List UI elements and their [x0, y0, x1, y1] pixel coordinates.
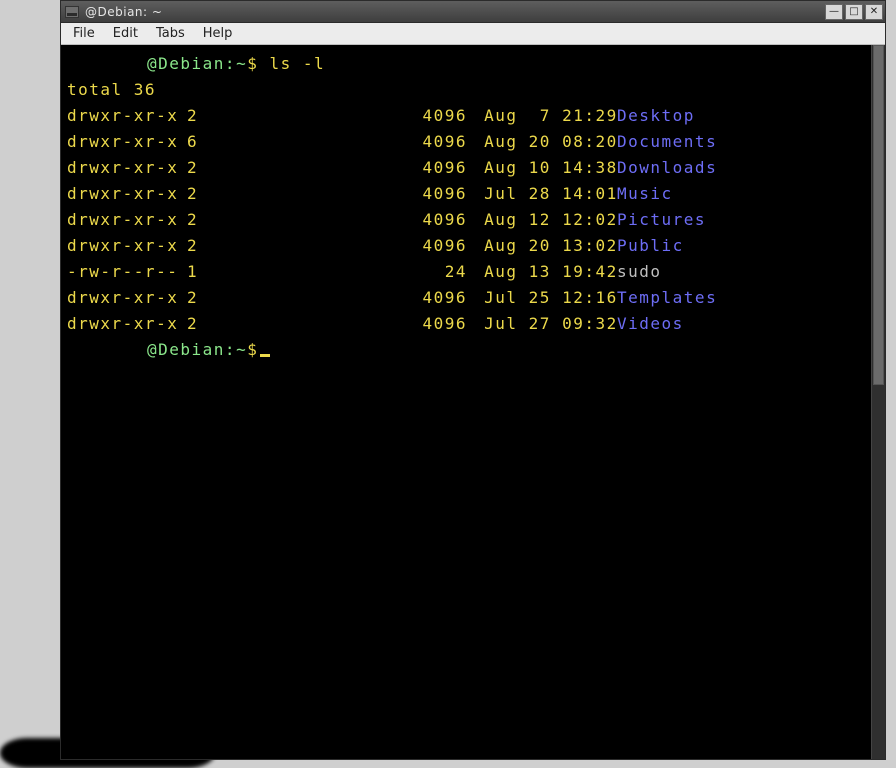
size-text: 4096: [413, 207, 467, 233]
scrollbar[interactable]: [871, 45, 885, 759]
perm-text: drwxr-xr-x: [67, 311, 187, 337]
prompt-path: ~: [236, 54, 247, 73]
dir-name: Templates: [617, 288, 717, 307]
prompt-symbol-2: $: [247, 340, 258, 359]
dir-name: Music: [617, 184, 673, 203]
date-text: Jul 28 14:01: [467, 181, 617, 207]
dir-name: Documents: [617, 132, 717, 151]
date-text: Aug 7 21:29: [467, 103, 617, 129]
links-text: 2: [187, 207, 205, 233]
perm-text: drwxr-xr-x: [67, 103, 187, 129]
links-text: 2: [187, 103, 205, 129]
listing-row: drwxr-xr-x2 4096 Aug 12 12:02 Pictures: [67, 207, 879, 233]
links-text: 1: [187, 259, 205, 285]
titlebar[interactable]: @Debian: ~ — □ ✕: [61, 1, 885, 23]
size-text: 4096: [413, 181, 467, 207]
prompt-path-2: ~: [236, 340, 247, 359]
owner-gap: [205, 259, 413, 285]
listing-row: drwxr-xr-x2 4096 Aug 7 21:29 Desktop: [67, 103, 879, 129]
perm-text: drwxr-xr-x: [67, 155, 187, 181]
terminal-viewport[interactable]: @Debian:~$ ls -l total 36 drwxr-xr-x2 40…: [61, 45, 885, 759]
command-text: ls -l: [269, 54, 325, 73]
owner-gap: [205, 103, 413, 129]
listing-row: -rw-r--r--1 24 Aug 13 19:42 sudo: [67, 259, 879, 285]
date-text: Aug 20 13:02: [467, 233, 617, 259]
prompt-symbol: $: [247, 54, 258, 73]
date-text: Aug 10 14:38: [467, 155, 617, 181]
perm-text: -rw-r--r--: [67, 259, 187, 285]
links-text: 6: [187, 129, 205, 155]
file-name: sudo: [617, 262, 662, 281]
total-line: total 36: [67, 77, 879, 103]
date-text: Jul 25 12:16: [467, 285, 617, 311]
date-text: Aug 13 19:42: [467, 259, 617, 285]
prompt-line-1: @Debian:~$ ls -l: [67, 51, 879, 77]
listing-row: drwxr-xr-x6 4096 Aug 20 08:20 Documents: [67, 129, 879, 155]
menu-tabs[interactable]: Tabs: [148, 24, 193, 43]
listing-row: drwxr-xr-x2 4096 Jul 28 14:01 Music: [67, 181, 879, 207]
owner-gap: [205, 129, 413, 155]
size-text: 4096: [413, 285, 467, 311]
owner-gap: [205, 311, 413, 337]
menu-help[interactable]: Help: [195, 24, 241, 43]
owner-gap: [205, 181, 413, 207]
dir-name: Pictures: [617, 210, 706, 229]
links-text: 2: [187, 311, 205, 337]
perm-text: drwxr-xr-x: [67, 233, 187, 259]
dir-name: Public: [617, 236, 684, 255]
maximize-button[interactable]: □: [845, 4, 863, 20]
perm-text: drwxr-xr-x: [67, 129, 187, 155]
links-text: 2: [187, 285, 205, 311]
menu-edit[interactable]: Edit: [105, 24, 146, 43]
links-text: 2: [187, 181, 205, 207]
owner-gap: [205, 207, 413, 233]
owner-gap: [205, 155, 413, 181]
listing-row: drwxr-xr-x2 4096 Aug 20 13:02 Public: [67, 233, 879, 259]
links-text: 2: [187, 155, 205, 181]
window-controls: — □ ✕: [825, 4, 883, 20]
links-text: 2: [187, 233, 205, 259]
terminal-window: @Debian: ~ — □ ✕ File Edit Tabs Help @De…: [60, 0, 886, 760]
minimize-button[interactable]: —: [825, 4, 843, 20]
listing-row: drwxr-xr-x2 4096 Aug 10 14:38 Downloads: [67, 155, 879, 181]
owner-gap: [205, 233, 413, 259]
dir-name: Videos: [617, 314, 684, 333]
listing-row: drwxr-xr-x2 4096 Jul 25 12:16 Templates: [67, 285, 879, 311]
menu-file[interactable]: File: [65, 24, 103, 43]
owner-gap: [205, 285, 413, 311]
size-text: 24: [413, 259, 467, 285]
scrollbar-thumb[interactable]: [873, 45, 884, 385]
cursor: [260, 354, 270, 357]
titlebar-left: @Debian: ~: [65, 5, 162, 19]
prompt-line-2: @Debian:~$: [67, 337, 879, 363]
perm-text: drwxr-xr-x: [67, 181, 187, 207]
dir-name: Desktop: [617, 106, 695, 125]
perm-text: drwxr-xr-x: [67, 285, 187, 311]
size-text: 4096: [413, 103, 467, 129]
menubar: File Edit Tabs Help: [61, 23, 885, 45]
date-text: Jul 27 09:32: [467, 311, 617, 337]
terminal-icon: [65, 6, 79, 18]
listing-row: drwxr-xr-x2 4096 Jul 27 09:32 Videos: [67, 311, 879, 337]
date-text: Aug 12 12:02: [467, 207, 617, 233]
size-text: 4096: [413, 311, 467, 337]
close-button[interactable]: ✕: [865, 4, 883, 20]
size-text: 4096: [413, 129, 467, 155]
prompt-user-host: @Debian:: [147, 54, 236, 73]
size-text: 4096: [413, 233, 467, 259]
prompt-user-host-2: @Debian:: [147, 340, 236, 359]
date-text: Aug 20 08:20: [467, 129, 617, 155]
size-text: 4096: [413, 155, 467, 181]
listing: drwxr-xr-x2 4096 Aug 7 21:29 Desktopdrwx…: [67, 103, 879, 337]
perm-text: drwxr-xr-x: [67, 207, 187, 233]
dir-name: Downloads: [617, 158, 717, 177]
window-title: @Debian: ~: [85, 5, 162, 19]
